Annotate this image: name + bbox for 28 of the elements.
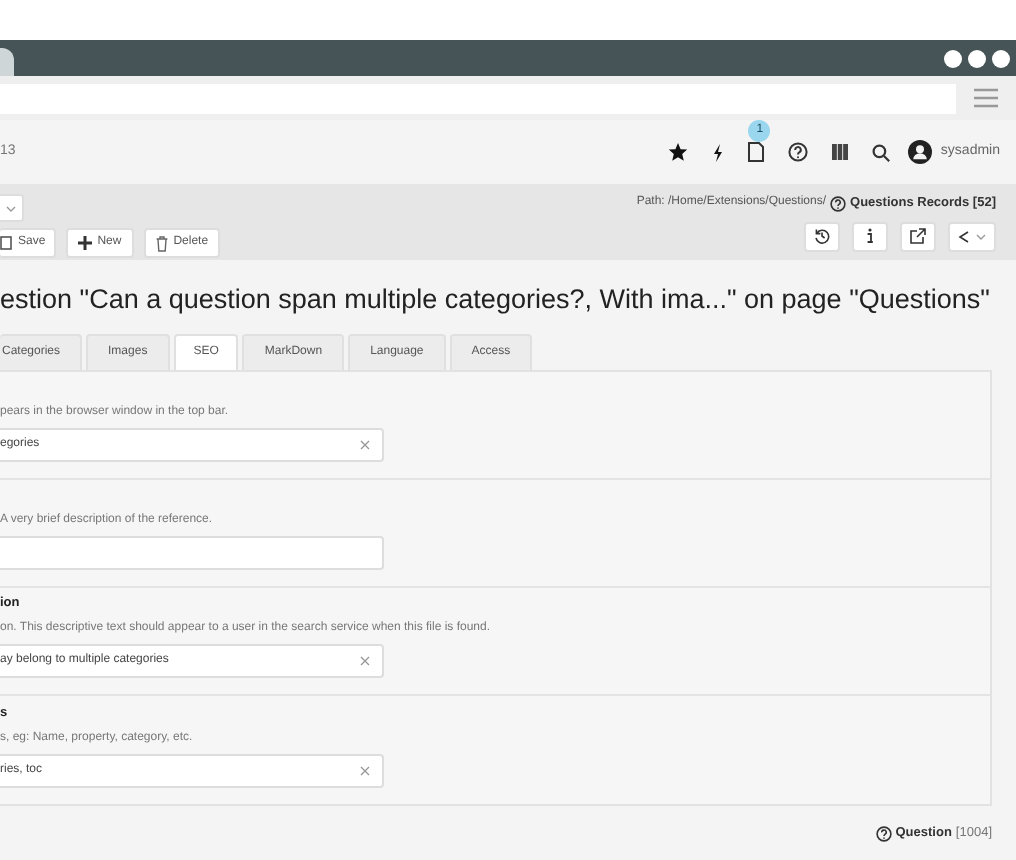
help-icon (875, 825, 892, 842)
page-title: estion "Can a question span multiple categories?, With ima..." on page "Questions" (0, 282, 990, 318)
caret-icon (976, 233, 986, 240)
avatar-icon[interactable] (908, 140, 933, 164)
share-button[interactable] (948, 221, 996, 252)
caret-icon (6, 205, 16, 211)
plus-icon (77, 236, 92, 250)
help-icon (830, 195, 847, 212)
bolt-icon[interactable] (712, 143, 725, 161)
text-field[interactable] (0, 536, 384, 570)
info-button[interactable] (852, 221, 888, 252)
clear-icon[interactable] (360, 656, 370, 666)
search-icon[interactable] (872, 143, 891, 161)
star-icon[interactable] (668, 142, 689, 162)
clear-icon[interactable] (360, 766, 370, 776)
save-icon (0, 236, 12, 250)
document-icon[interactable] (748, 142, 765, 162)
help-icon[interactable] (788, 142, 809, 162)
clear-icon[interactable] (360, 440, 370, 450)
info-icon (866, 228, 874, 245)
history-button[interactable] (804, 221, 840, 252)
history-icon (814, 228, 830, 245)
open-external-button[interactable] (900, 221, 936, 252)
external-link-icon (910, 228, 926, 245)
share-icon (958, 229, 970, 244)
browser-tab[interactable] (0, 48, 14, 76)
columns-icon[interactable] (832, 144, 849, 160)
trash-icon (155, 235, 168, 251)
